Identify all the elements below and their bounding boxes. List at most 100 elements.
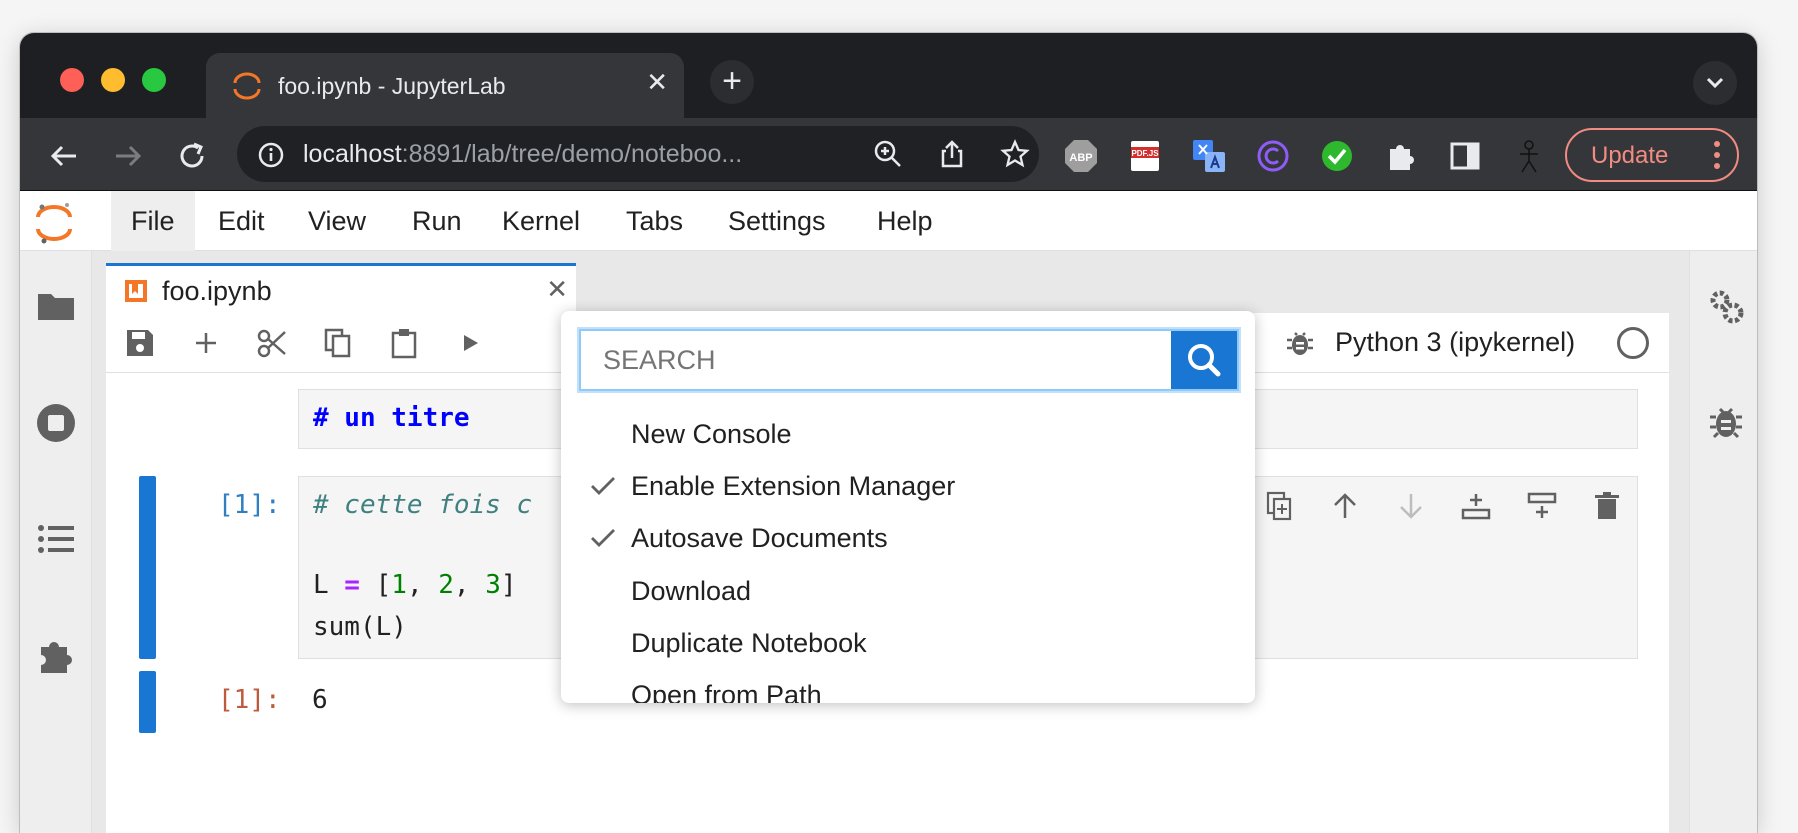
copy-icon[interactable] bbox=[322, 327, 354, 359]
reload-icon[interactable] bbox=[172, 136, 212, 176]
menu-run[interactable]: Run bbox=[392, 191, 482, 251]
markdown-text: # un titre bbox=[313, 403, 470, 433]
back-arrow-icon[interactable] bbox=[44, 136, 84, 176]
new-tab-button[interactable]: + bbox=[710, 60, 754, 104]
more-vert-icon bbox=[1714, 141, 1720, 169]
zoom-icon[interactable] bbox=[873, 139, 903, 169]
menu-file[interactable]: File bbox=[111, 191, 195, 251]
table-of-contents-icon[interactable] bbox=[36, 519, 76, 559]
jupyter-logo-icon[interactable] bbox=[34, 201, 74, 245]
tab-search-button[interactable] bbox=[1693, 61, 1737, 105]
insert-cell-below-icon[interactable] bbox=[1526, 490, 1558, 522]
cell-collapser[interactable] bbox=[139, 476, 156, 659]
jupyter-favicon-icon bbox=[233, 72, 261, 100]
cmd-label: Duplicate Notebook bbox=[631, 628, 867, 658]
cmd-label: Download bbox=[631, 576, 752, 606]
code-comment-line: # cette fois c bbox=[313, 490, 533, 520]
maximize-window-button[interactable] bbox=[142, 68, 166, 92]
menu-tabs[interactable]: Tabs bbox=[606, 191, 703, 251]
code-token-num2: 2 bbox=[438, 570, 454, 600]
browser-tabstrip: foo.ipynb - JupyterLab ✕ + bbox=[20, 33, 1757, 118]
menu-view[interactable]: View bbox=[288, 191, 386, 251]
share-icon[interactable] bbox=[937, 139, 967, 169]
sidepanel-icon[interactable] bbox=[1448, 139, 1482, 173]
cmd-duplicate-notebook[interactable]: Duplicate Notebook bbox=[561, 616, 1255, 668]
output-value: 6 bbox=[312, 685, 328, 715]
add-cell-icon[interactable] bbox=[190, 327, 222, 359]
palette-search-button[interactable] bbox=[1171, 331, 1237, 389]
notebook-tab[interactable]: foo.ipynb ✕ bbox=[106, 263, 576, 313]
code-token-eq: = bbox=[328, 570, 376, 600]
address-bar[interactable]: localhost:8891/lab/tree/demo/noteboo... bbox=[237, 126, 1039, 182]
kernel-debug-bug-icon[interactable] bbox=[1284, 327, 1316, 359]
code-token-comma2: , bbox=[453, 570, 486, 600]
output-prompt: [1]: bbox=[218, 685, 281, 715]
update-label: Update bbox=[1591, 142, 1669, 169]
cmd-label: New Console bbox=[631, 419, 792, 449]
url-path: :8891/lab/tree/demo/noteboo... bbox=[401, 140, 743, 168]
palette-search-input[interactable] bbox=[581, 331, 1171, 389]
close-window-button[interactable] bbox=[60, 68, 84, 92]
pdfjs-label: PDF.JS bbox=[1131, 149, 1159, 158]
cmd-label: Autosave Documents bbox=[631, 523, 888, 553]
cmd-autosave-documents[interactable]: Autosave Documents bbox=[561, 511, 1255, 563]
code-token-comma1: , bbox=[406, 570, 439, 600]
browser-tab-active[interactable]: foo.ipynb - JupyterLab ✕ bbox=[206, 53, 684, 118]
cmd-label: Open from Path bbox=[631, 680, 822, 703]
paste-icon[interactable] bbox=[388, 327, 420, 359]
folder-icon[interactable] bbox=[36, 286, 76, 326]
code-token-bracket-close: ] bbox=[500, 570, 517, 600]
save-icon[interactable] bbox=[124, 327, 156, 359]
debugger-bug-icon[interactable] bbox=[1706, 401, 1746, 441]
checkmark-icon[interactable] bbox=[1320, 139, 1354, 173]
forward-arrow-icon[interactable] bbox=[108, 136, 148, 176]
cmd-download[interactable]: Download bbox=[561, 564, 1255, 616]
code-token-num3: 3 bbox=[485, 570, 501, 600]
menu-kernel[interactable]: Kernel bbox=[482, 191, 600, 251]
chevron-down-icon bbox=[1706, 77, 1724, 89]
output-collapser[interactable] bbox=[139, 671, 156, 733]
move-up-arrow-icon[interactable] bbox=[1329, 490, 1361, 522]
menu-settings[interactable]: Settings bbox=[708, 191, 846, 251]
close-notebook-tab-icon[interactable]: ✕ bbox=[546, 274, 568, 305]
delete-cell-icon[interactable] bbox=[1591, 490, 1623, 522]
extension-puzzle-icon[interactable] bbox=[36, 635, 76, 675]
site-info-icon[interactable] bbox=[257, 141, 285, 169]
code-token-num1: 1 bbox=[391, 570, 407, 600]
insert-cell-above-icon[interactable] bbox=[1460, 490, 1492, 522]
search-icon bbox=[1188, 344, 1221, 377]
adblock-plus-icon[interactable]: ABP bbox=[1064, 139, 1098, 173]
cmd-label: Enable Extension Manager bbox=[631, 471, 956, 501]
menu-help[interactable]: Help bbox=[857, 191, 953, 251]
checkmark-icon bbox=[591, 529, 615, 547]
minimize-window-button[interactable] bbox=[101, 68, 125, 92]
code-line-assign: L = [1, 2, 3] bbox=[313, 570, 517, 600]
duplicate-cell-icon[interactable] bbox=[1264, 490, 1296, 522]
bookmark-star-icon[interactable] bbox=[1000, 139, 1030, 169]
move-down-arrow-icon[interactable] bbox=[1395, 490, 1427, 522]
command-palette: New Console Enable Extension Manager Aut… bbox=[561, 311, 1255, 703]
pdfjs-icon[interactable]: PDF.JS bbox=[1128, 139, 1162, 173]
adblock-label: ABP bbox=[1069, 152, 1092, 164]
cut-icon[interactable] bbox=[256, 327, 288, 359]
translate-icon[interactable] bbox=[1192, 139, 1226, 173]
cmd-new-console[interactable]: New Console bbox=[561, 407, 1255, 459]
kernel-status-idle-icon bbox=[1617, 327, 1649, 359]
browser-toolbar: localhost:8891/lab/tree/demo/noteboo... … bbox=[20, 118, 1757, 191]
close-tab-icon[interactable]: ✕ bbox=[646, 67, 668, 98]
cmd-enable-extension-manager[interactable]: Enable Extension Manager bbox=[561, 459, 1255, 511]
browser-window: foo.ipynb - JupyterLab ✕ + localhost:889… bbox=[20, 33, 1757, 833]
stickfigure-icon[interactable] bbox=[1512, 139, 1546, 173]
run-icon[interactable] bbox=[454, 327, 486, 359]
update-browser-button[interactable]: Update bbox=[1565, 128, 1739, 182]
right-sidebar bbox=[1689, 251, 1757, 833]
cmd-open-from-path[interactable]: Open from Path bbox=[561, 668, 1255, 703]
menu-edit[interactable]: Edit bbox=[198, 191, 285, 251]
c-icon[interactable] bbox=[1256, 139, 1290, 173]
property-inspector-gears-icon[interactable] bbox=[1706, 286, 1746, 326]
kernel-name[interactable]: Python 3 (ipykernel) bbox=[1335, 327, 1575, 358]
puzzle-icon[interactable] bbox=[1384, 139, 1418, 173]
code-token-L: L bbox=[313, 570, 329, 600]
running-stop-icon[interactable] bbox=[36, 403, 76, 443]
browser-tab-title: foo.ipynb - JupyterLab bbox=[278, 73, 506, 99]
